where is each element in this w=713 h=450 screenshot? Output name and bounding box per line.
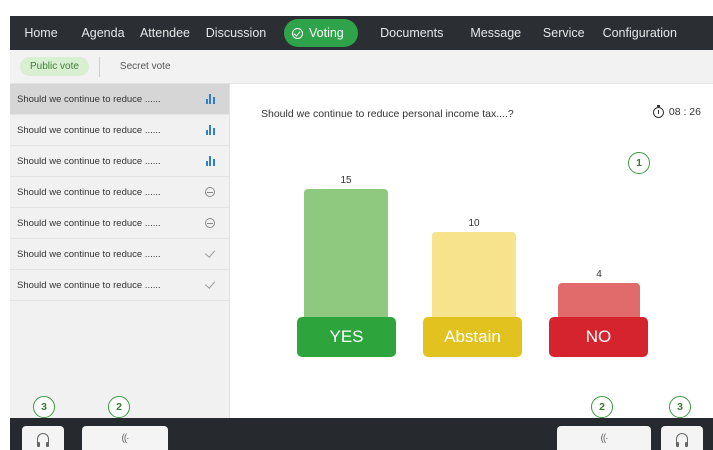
headset-button-left[interactable] xyxy=(22,426,64,450)
motion-list-item[interactable]: Should we continue to reduce ...... xyxy=(10,115,229,146)
bar-yes xyxy=(304,189,388,323)
nav-item-label: Configuration xyxy=(602,26,677,40)
nav-item-discussion[interactable]: Discussion xyxy=(196,16,276,50)
nav-item-label: Attendee xyxy=(139,26,191,40)
nav-item-label: Agenda xyxy=(81,26,125,40)
tab-divider xyxy=(98,56,100,77)
headset-icon xyxy=(676,432,688,447)
bar-value-label: 4 xyxy=(596,269,602,280)
pending-icon xyxy=(203,186,217,198)
motion-title: Should we continue to reduce ...... xyxy=(17,155,161,167)
headset-icon xyxy=(37,432,49,447)
motion-title: Should we continue to reduce ...... xyxy=(17,93,161,105)
nav-item-voting[interactable]: Voting xyxy=(284,19,358,47)
microphone-icon: ((· xyxy=(121,432,130,444)
nav-item-attendee[interactable]: Attendee xyxy=(134,16,196,50)
motion-list-item[interactable]: Should we continue to reduce ...... xyxy=(10,146,229,177)
category-label-abstain: Abstain xyxy=(423,317,522,357)
motion-list-item[interactable]: Should we continue to reduce ...... xyxy=(10,208,229,239)
callout-marker-2-left: 2 xyxy=(108,396,130,418)
nav-item-home[interactable]: Home xyxy=(10,16,72,50)
motion-list-item[interactable]: Should we continue to reduce ...... xyxy=(10,177,229,208)
category-label-no: NO xyxy=(549,317,648,357)
vote-type-tabs: Public vote Secret vote xyxy=(10,50,713,84)
speak-button-right[interactable]: ((· xyxy=(557,426,651,450)
headset-button-right[interactable] xyxy=(661,426,703,450)
check-icon xyxy=(203,278,217,291)
nav-item-label: Home xyxy=(24,26,58,40)
motion-list-item[interactable]: Should we continue to reduce ...... xyxy=(10,84,229,115)
vote-result-panel: Should we continue to reduce personal in… xyxy=(231,84,713,418)
bar-abstain xyxy=(432,232,516,323)
nav-item-label: Service xyxy=(542,26,585,40)
motion-list-item[interactable]: Should we continue to reduce ...... xyxy=(10,239,229,270)
nav-item-message[interactable]: Message xyxy=(458,16,534,50)
tab-public-vote[interactable]: Public vote xyxy=(20,57,89,76)
bar-chart-icon xyxy=(203,155,217,167)
bar-chart-icon xyxy=(203,93,217,105)
nav-item-agenda[interactable]: Agenda xyxy=(72,16,134,50)
tab-secret-vote[interactable]: Secret vote xyxy=(110,57,181,76)
check-circle-icon xyxy=(292,27,303,39)
motion-list: Should we continue to reduce ...... Shoul… xyxy=(10,84,230,418)
top-navigation: Home Agenda Attendee Discussion Voting Docume… xyxy=(10,16,713,50)
speak-button-left[interactable]: ((· xyxy=(82,426,168,450)
nav-item-label: Message xyxy=(470,26,522,40)
callout-marker-3-right: 3 xyxy=(669,396,691,418)
check-icon xyxy=(203,247,217,260)
motion-list-item[interactable]: Should we continue to reduce ...... xyxy=(10,270,229,301)
pending-icon xyxy=(203,217,217,229)
nav-item-documents[interactable]: Documents xyxy=(366,16,458,50)
bar-value-label: 10 xyxy=(468,218,480,229)
microphone-icon: ((· xyxy=(600,432,609,444)
nav-item-label: Documents xyxy=(380,26,444,40)
nav-item-service[interactable]: Service xyxy=(534,16,594,50)
motion-title: Should we continue to reduce ...... xyxy=(17,248,161,260)
bottom-control-bar: ((· ((· xyxy=(10,418,713,450)
nav-item-label: Voting xyxy=(309,26,344,40)
bar-value-label: 15 xyxy=(340,175,352,186)
motion-title: Should we continue to reduce ...... xyxy=(17,279,161,291)
voting-screen: Home Agenda Attendee Discussion Voting Docume… xyxy=(10,16,713,450)
callout-marker-2-right: 2 xyxy=(591,396,613,418)
category-label-yes: YES xyxy=(297,317,396,357)
motion-title: Should we continue to reduce ...... xyxy=(17,186,161,198)
motion-title: Should we continue to reduce ...... xyxy=(17,217,161,229)
bar-chart-icon xyxy=(203,124,217,136)
nav-item-label: Discussion xyxy=(205,26,267,40)
motion-title: Should we continue to reduce ...... xyxy=(17,124,161,136)
vote-bar-chart: 15 YES 10 Abstain 4 NO xyxy=(231,84,713,418)
nav-item-configuration[interactable]: Configuration xyxy=(594,16,686,50)
callout-marker-3-left: 3 xyxy=(33,396,55,418)
